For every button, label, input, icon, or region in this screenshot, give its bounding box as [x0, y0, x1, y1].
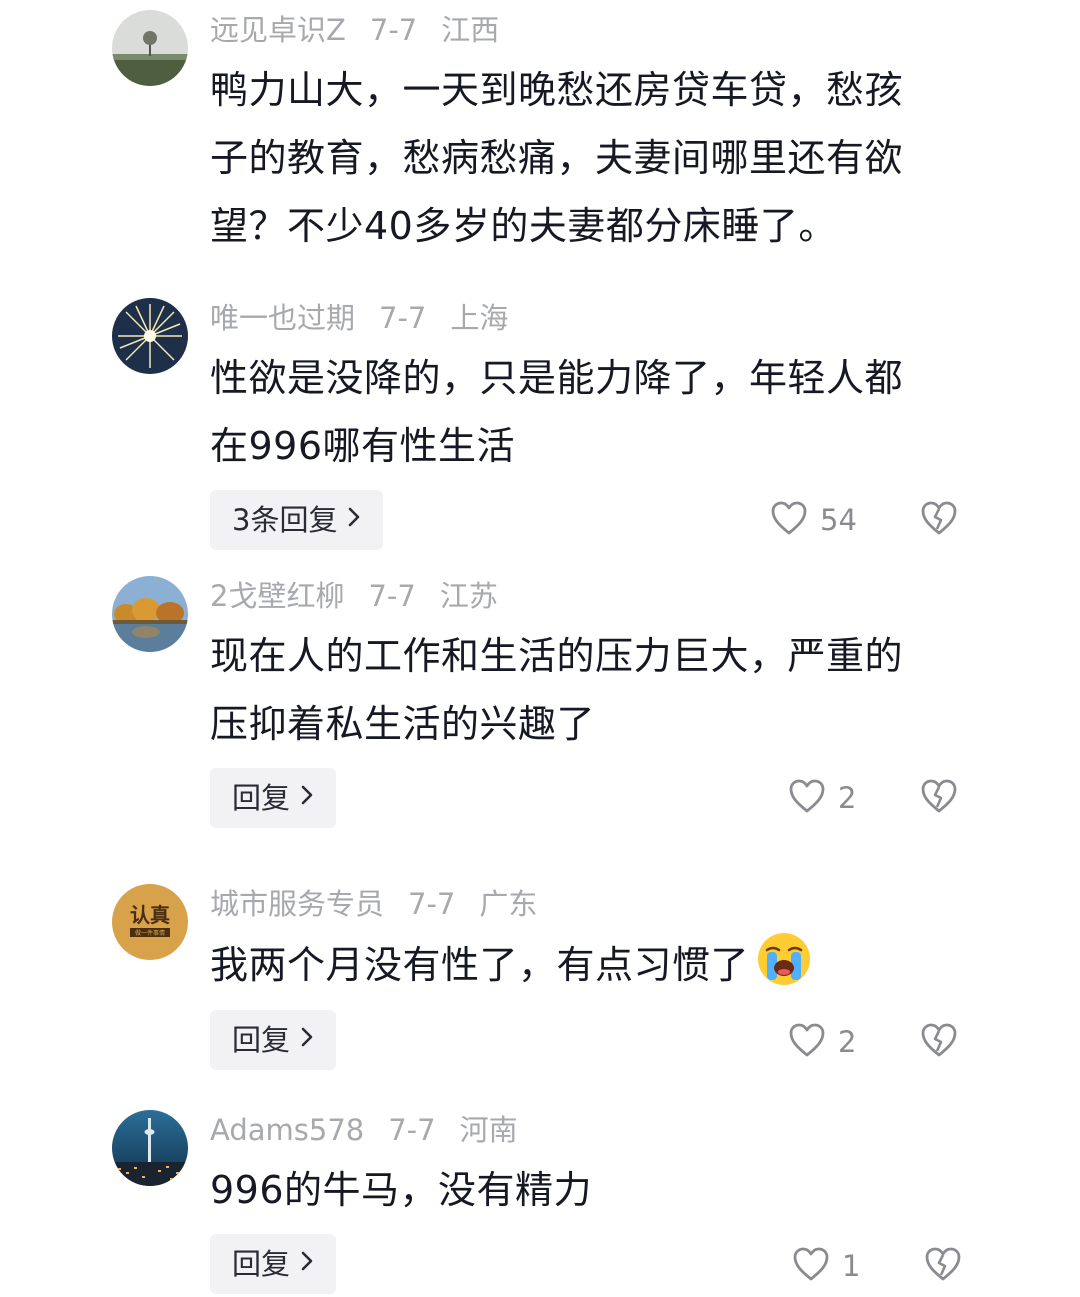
- view-replies-button[interactable]: 3条回复: [210, 490, 384, 550]
- comment-location: 上海: [450, 301, 509, 335]
- username[interactable]: 远见卓识Z: [210, 13, 346, 47]
- reply-label: 3条回复: [232, 503, 338, 537]
- broken-heart-icon: [920, 779, 958, 818]
- comment-date: 7-7: [369, 13, 418, 47]
- comment-line: 鸭力山大，一天到晚愁还房贷车贷，愁孩: [210, 68, 904, 112]
- heart-outline-icon: [788, 1022, 826, 1062]
- comment-location: 江苏: [439, 579, 498, 613]
- comment-line: 压抑着私生活的兴趣了: [210, 702, 596, 746]
- comment-text: 996的牛马，没有精力: [210, 1156, 950, 1224]
- comment-meta: 远见卓识Z 7-7 江西: [210, 10, 523, 50]
- comment-line: 在996哪有性生活: [210, 424, 516, 468]
- avatar[interactable]: [112, 10, 188, 86]
- autumn-trees-avatar-icon: [112, 576, 188, 652]
- like-button[interactable]: 2: [788, 778, 856, 818]
- comment-text: 性欲是没降的，只是能力降了，年轻人都 在996哪有性生活: [210, 344, 950, 480]
- comment-line: 性欲是没降的，只是能力降了，年轻人都: [210, 356, 904, 400]
- dislike-button[interactable]: [924, 1246, 962, 1286]
- reply-button[interactable]: 回复: [210, 768, 337, 828]
- dislike-button[interactable]: [920, 1022, 958, 1062]
- username[interactable]: 唯一也过期: [210, 301, 355, 335]
- comment-location: 河南: [459, 1113, 518, 1147]
- comment-line-wrap: 我两个月没有性了，有点习惯了: [210, 930, 950, 1009]
- heart-outline-icon: [788, 778, 826, 818]
- avatar-subtext: 做一件事情: [135, 929, 165, 937]
- comment-date: 7-7: [368, 579, 416, 613]
- avatar[interactable]: 认真 做一件事情: [112, 884, 188, 960]
- comment-line: 子的教育，愁病愁痛，夫妻间哪里还有欲: [210, 136, 904, 180]
- comment-meta: 2戈壁红柳 7-7 江苏: [210, 576, 522, 616]
- comment-date: 7-7: [379, 301, 427, 335]
- heart-outline-icon: [792, 1246, 830, 1286]
- comment-meta: 唯一也过期 7-7 上海: [210, 298, 532, 338]
- like-button[interactable]: 54: [770, 500, 857, 540]
- comment-line: 现在人的工作和生活的压力巨大，严重的: [210, 634, 904, 678]
- avatar[interactable]: [112, 1110, 188, 1186]
- like-count: 2: [838, 1025, 857, 1059]
- comment-text: 我两个月没有性了，有点习惯了: [210, 930, 950, 1009]
- like-count: 54: [820, 503, 857, 537]
- chevron-right-icon: [300, 1234, 314, 1294]
- avatar[interactable]: [112, 298, 188, 374]
- chevron-right-icon: [347, 490, 361, 550]
- comment-meta: 城市服务专员 7-7 广东: [210, 884, 561, 924]
- reply-label: 回复: [232, 781, 291, 815]
- dislike-button[interactable]: [920, 500, 958, 540]
- like-count: 1: [842, 1249, 861, 1283]
- dislike-button[interactable]: [920, 778, 958, 818]
- comment-line: 我两个月没有性了，有点习惯了: [210, 943, 750, 987]
- comment-line: 996的牛马，没有精力: [210, 1168, 593, 1212]
- reply-button[interactable]: 回复: [210, 1010, 337, 1070]
- text-badge-avatar-icon: 认真 做一件事情: [112, 884, 188, 960]
- broken-heart-icon: [920, 501, 958, 540]
- heart-outline-icon: [770, 500, 808, 540]
- comment-meta: Adams578 7-7 河南: [210, 1110, 542, 1150]
- sparkler-avatar-icon: [112, 298, 188, 374]
- like-button[interactable]: 2: [788, 1022, 856, 1062]
- crying-face-emoji-icon: [755, 930, 813, 1009]
- username[interactable]: 城市服务专员: [210, 887, 384, 921]
- comment-line: 望？不少40多岁的夫妻都分床睡了。: [210, 204, 837, 248]
- avatar-text: 认真: [130, 903, 170, 927]
- comment-date: 7-7: [408, 887, 456, 921]
- avatar[interactable]: [112, 576, 188, 652]
- reply-button[interactable]: 回复: [210, 1234, 337, 1294]
- username[interactable]: Adams578: [210, 1113, 364, 1147]
- comment-text: 鸭力山大，一天到晚愁还房贷车贷，愁孩 子的教育，愁病愁痛，夫妻间哪里还有欲 望？…: [210, 56, 950, 260]
- like-button[interactable]: 1: [792, 1246, 860, 1286]
- chevron-right-icon: [300, 768, 314, 828]
- reply-label: 回复: [232, 1023, 291, 1057]
- broken-heart-icon: [920, 1023, 958, 1062]
- chevron-right-icon: [300, 1010, 314, 1070]
- comment-location: 江西: [441, 13, 500, 47]
- comment-date: 7-7: [388, 1113, 436, 1147]
- tower-city-avatar-icon: [112, 1110, 188, 1186]
- comment-text: 现在人的工作和生活的压力巨大，严重的 压抑着私生活的兴趣了: [210, 622, 950, 758]
- broken-heart-icon: [924, 1247, 962, 1286]
- reply-label: 回复: [232, 1247, 291, 1281]
- tree-field-avatar-icon: [112, 10, 188, 86]
- username[interactable]: 2戈壁红柳: [210, 579, 344, 613]
- like-count: 2: [838, 781, 857, 815]
- comment-location: 广东: [479, 887, 538, 921]
